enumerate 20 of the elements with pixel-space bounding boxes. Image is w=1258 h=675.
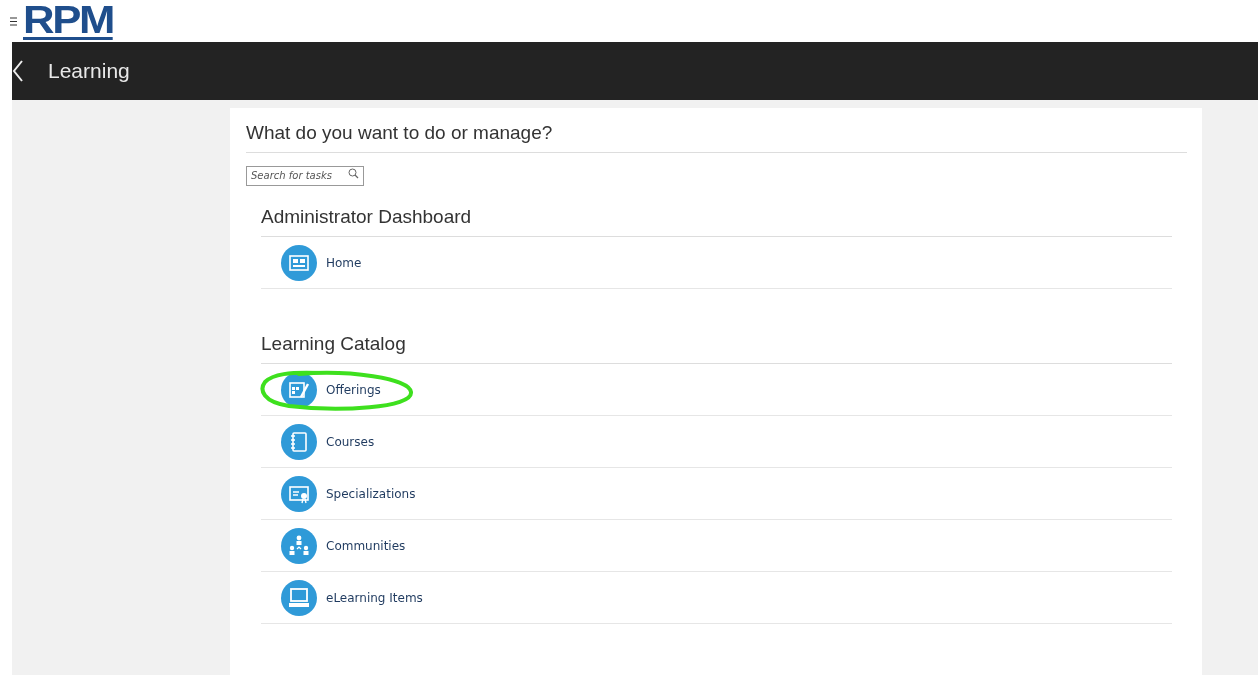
task-link[interactable]: Offerings (326, 382, 381, 397)
computer-icon[interactable] (281, 579, 317, 616)
section-title: Learning Catalog (261, 289, 1172, 364)
task-link[interactable]: Courses (326, 434, 375, 449)
search-icon[interactable] (348, 168, 359, 179)
section-title: Administrator Dashboard (261, 184, 1172, 237)
menu-icon[interactable] (10, 16, 17, 26)
panel-heading: What do you want to do or manage? (246, 122, 1187, 153)
notebook-icon[interactable] (281, 423, 317, 460)
task-link[interactable]: Communities (326, 538, 406, 553)
task-link[interactable]: Specializations (326, 486, 416, 501)
company-logo: RPM (23, 2, 114, 40)
people-icon[interactable] (281, 527, 317, 564)
task-link[interactable]: Home (326, 255, 362, 270)
back-icon[interactable] (12, 60, 24, 82)
task-link[interactable]: eLearning Items (326, 590, 423, 605)
dashboard-icon[interactable] (281, 244, 317, 281)
page-title: Learning (48, 59, 130, 83)
certificate-icon[interactable] (281, 475, 317, 512)
search-field[interactable]: Search for tasks (246, 165, 364, 186)
